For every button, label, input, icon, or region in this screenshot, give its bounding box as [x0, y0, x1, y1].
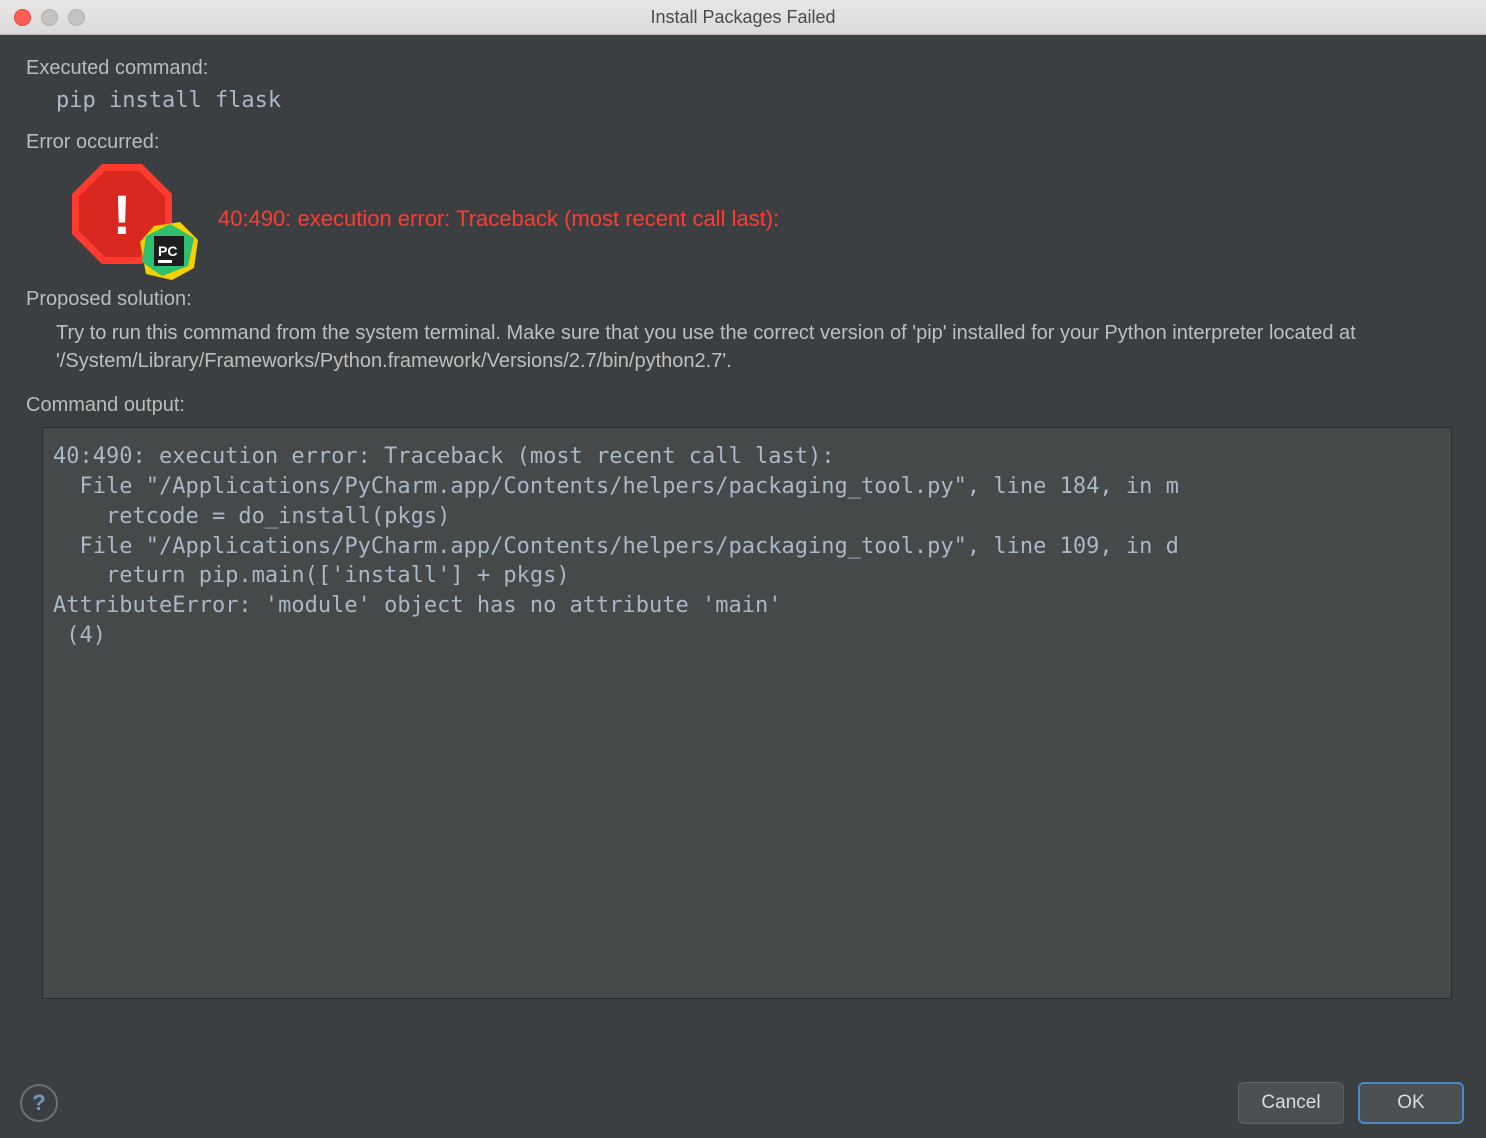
- window-controls: [14, 9, 85, 26]
- help-icon: ?: [32, 1090, 45, 1116]
- command-output-label: Command output:: [26, 394, 1460, 417]
- error-message: 40:490: execution error: Traceback (most…: [218, 206, 779, 232]
- error-icon: ! PC: [72, 164, 192, 274]
- window-title: Install Packages Failed: [0, 7, 1486, 28]
- executed-command-value: pip install flask: [56, 88, 1460, 113]
- window-titlebar: Install Packages Failed: [0, 0, 1486, 35]
- minimize-window-icon: [41, 9, 58, 26]
- pycharm-badge-icon: PC: [140, 222, 198, 280]
- executed-command-label: Executed command:: [26, 57, 1460, 80]
- zoom-window-icon: [68, 9, 85, 26]
- cancel-button[interactable]: Cancel: [1238, 1082, 1344, 1124]
- error-occurred-label: Error occurred:: [26, 131, 1460, 154]
- svg-text:PC: PC: [158, 243, 177, 259]
- proposed-solution-text: Try to run this command from the system …: [56, 319, 1460, 376]
- ok-button[interactable]: OK: [1358, 1082, 1464, 1124]
- close-window-icon[interactable]: [14, 9, 31, 26]
- proposed-solution-label: Proposed solution:: [26, 288, 1460, 311]
- command-output-text[interactable]: 40:490: execution error: Traceback (most…: [42, 427, 1452, 999]
- help-button[interactable]: ?: [20, 1084, 58, 1122]
